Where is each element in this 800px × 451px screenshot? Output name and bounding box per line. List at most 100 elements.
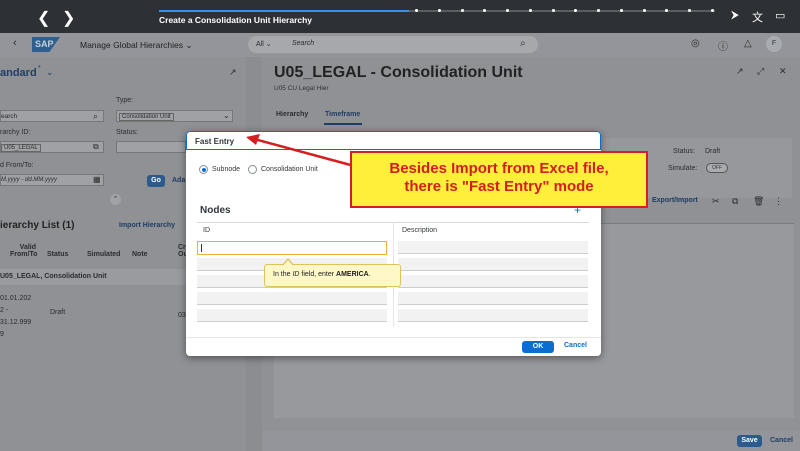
status-value: Draft: [705, 148, 721, 155]
simulate-label: Simulate:: [668, 165, 698, 172]
tooltip-arrow-fill: [283, 260, 293, 266]
nodes-title: Nodes: [200, 205, 231, 216]
shell-bar: ‹ SAP Manage Global Hierarchies ⌄ All ⌄ …: [0, 33, 800, 57]
hierarchy-list-title: ierarchy List (1): [0, 220, 75, 231]
valid-date-input[interactable]: M.yyyy - dd.MM.yyyy ▦: [0, 174, 104, 186]
progress-fill: [159, 10, 410, 12]
description-input[interactable]: [398, 258, 588, 271]
chevron-right-icon[interactable]: ❯: [62, 8, 75, 28]
adapt-filters-link[interactable]: Ada: [172, 177, 185, 184]
app-title[interactable]: Manage Global Hierarchies ⌄: [80, 40, 192, 51]
footer-bar: Save Cancel: [262, 431, 800, 451]
tab-timeframe[interactable]: Timeframe: [325, 111, 360, 118]
copilot-icon[interactable]: ◎: [691, 38, 700, 49]
back-icon[interactable]: ‹: [13, 37, 17, 49]
progress-step-dot: [437, 9, 441, 12]
search-icon[interactable]: ⌕: [93, 111, 98, 122]
radio-subnode[interactable]: [199, 165, 208, 174]
share-icon[interactable]: ⮞: [731, 9, 739, 22]
import-hierarchy-button[interactable]: Import Hierarchy: [119, 222, 175, 229]
export-import-button[interactable]: Export/Import: [652, 197, 698, 204]
arrow-shaft: [253, 137, 359, 169]
status-label: Status:: [673, 148, 695, 155]
row-created: 03: [178, 312, 186, 319]
chevron-down-icon[interactable]: ⌄: [46, 67, 54, 78]
calendar-icon[interactable]: ▦: [93, 175, 101, 184]
collapse-icon[interactable]: ⌃: [110, 194, 121, 205]
description-input[interactable]: [398, 292, 588, 305]
value-help-icon[interactable]: ⧉: [93, 142, 99, 152]
more-icon[interactable]: ⋮: [774, 196, 783, 207]
row-valid: 01.01.202 2 - 31.12.999 9: [0, 295, 32, 338]
avatar[interactable]: F: [766, 36, 782, 52]
search-scope[interactable]: All ⌄: [256, 40, 272, 48]
fullscreen-icon[interactable]: ⤢: [757, 66, 764, 77]
copy-icon[interactable]: ⧉: [732, 196, 738, 207]
progress-step-dot: [528, 9, 532, 12]
progress-step-dot: [597, 9, 601, 12]
col-status: Status: [47, 251, 69, 258]
type-label: Type:: [116, 97, 134, 104]
progress-step-dot: [711, 9, 714, 12]
hierarchy-id-label: rarchy ID:: [0, 129, 31, 136]
close-icon[interactable]: ✕: [779, 66, 787, 77]
status-select[interactable]: [116, 141, 186, 153]
progress-step-dot: [619, 9, 623, 12]
cancel-button[interactable]: Cancel: [770, 437, 793, 444]
external-link-icon[interactable]: ↗: [229, 67, 237, 78]
ok-button[interactable]: OK: [522, 341, 554, 353]
id-input[interactable]: [197, 241, 387, 255]
progress-step-dot: [460, 9, 464, 12]
id-input[interactable]: [197, 292, 387, 305]
progress-step-dot: [415, 9, 419, 12]
shell-search[interactable]: All ⌄ Search ⌕: [248, 36, 538, 53]
description-input[interactable]: [398, 275, 588, 288]
variant-title[interactable]: andard: [0, 67, 37, 79]
sap-logo: SAP: [32, 37, 60, 52]
bell-icon[interactable]: △: [744, 38, 752, 49]
search-icon[interactable]: ⌕: [520, 38, 526, 49]
row-status: Draft: [50, 309, 66, 316]
go-button[interactable]: Go: [147, 175, 165, 187]
simulate-toggle[interactable]: OFF: [706, 163, 728, 173]
tutorial-bar: ❮ ❯ Create a Consolidation Unit Hierarch…: [0, 0, 800, 33]
dialog-title: Fast Entry: [195, 137, 235, 146]
cut-icon[interactable]: ✂: [712, 196, 720, 207]
progress-step-dot: [506, 9, 510, 12]
text-caret: [201, 244, 202, 252]
status-label: Status:: [116, 129, 138, 136]
description-input[interactable]: [398, 241, 588, 254]
save-button[interactable]: Save: [737, 435, 762, 447]
guidance-tooltip: In the ID field, enter AMERICA.: [264, 264, 401, 287]
callout-line-2: there is "Fast Entry" mode: [404, 178, 594, 195]
col-valid: Valid From/To: [10, 244, 38, 258]
id-input[interactable]: [197, 309, 387, 322]
dialog-footer-divider: [186, 337, 601, 338]
search-placeholder: Search: [292, 40, 315, 47]
tutorial-title: Create a Consolidation Unit Hierarchy: [159, 15, 313, 25]
chevron-down-icon[interactable]: ⌄: [223, 111, 230, 120]
col-simulated: Simulated: [87, 251, 121, 258]
tab-indicator: [324, 123, 362, 125]
chevron-left-icon[interactable]: ❮: [37, 8, 50, 28]
progress-step-dot: [483, 9, 487, 12]
delete-icon[interactable]: 🗑: [753, 196, 764, 207]
progress-step-dot: [574, 9, 578, 12]
left-search-input[interactable]: earch ⌕: [0, 110, 104, 122]
variant-dirty-mark: *: [38, 65, 41, 72]
arrow-head: [246, 134, 260, 145]
radio-subnode-label: Subnode: [212, 166, 241, 173]
description-input[interactable]: [398, 309, 588, 322]
type-select[interactable]: Consolidation Unit ⌄: [116, 110, 233, 122]
annotation-callout: Besides Import from Excel file, there is…: [350, 151, 648, 208]
translate-icon[interactable]: 文: [752, 9, 763, 25]
cancel-button[interactable]: Cancel: [564, 342, 587, 349]
window-icon[interactable]: ▭: [775, 9, 785, 22]
progress-bar: [159, 9, 715, 12]
external-link-icon[interactable]: ↗: [736, 66, 744, 77]
hierarchy-id-input[interactable]: U05_LEGAL ⧉: [0, 141, 104, 153]
object-subtitle: U05 CU Legal Hier: [274, 85, 329, 92]
help-icon[interactable]: ⓘ: [718, 38, 728, 53]
tab-hierarchy[interactable]: Hierarchy: [276, 111, 308, 118]
col-id: ID: [203, 227, 210, 234]
